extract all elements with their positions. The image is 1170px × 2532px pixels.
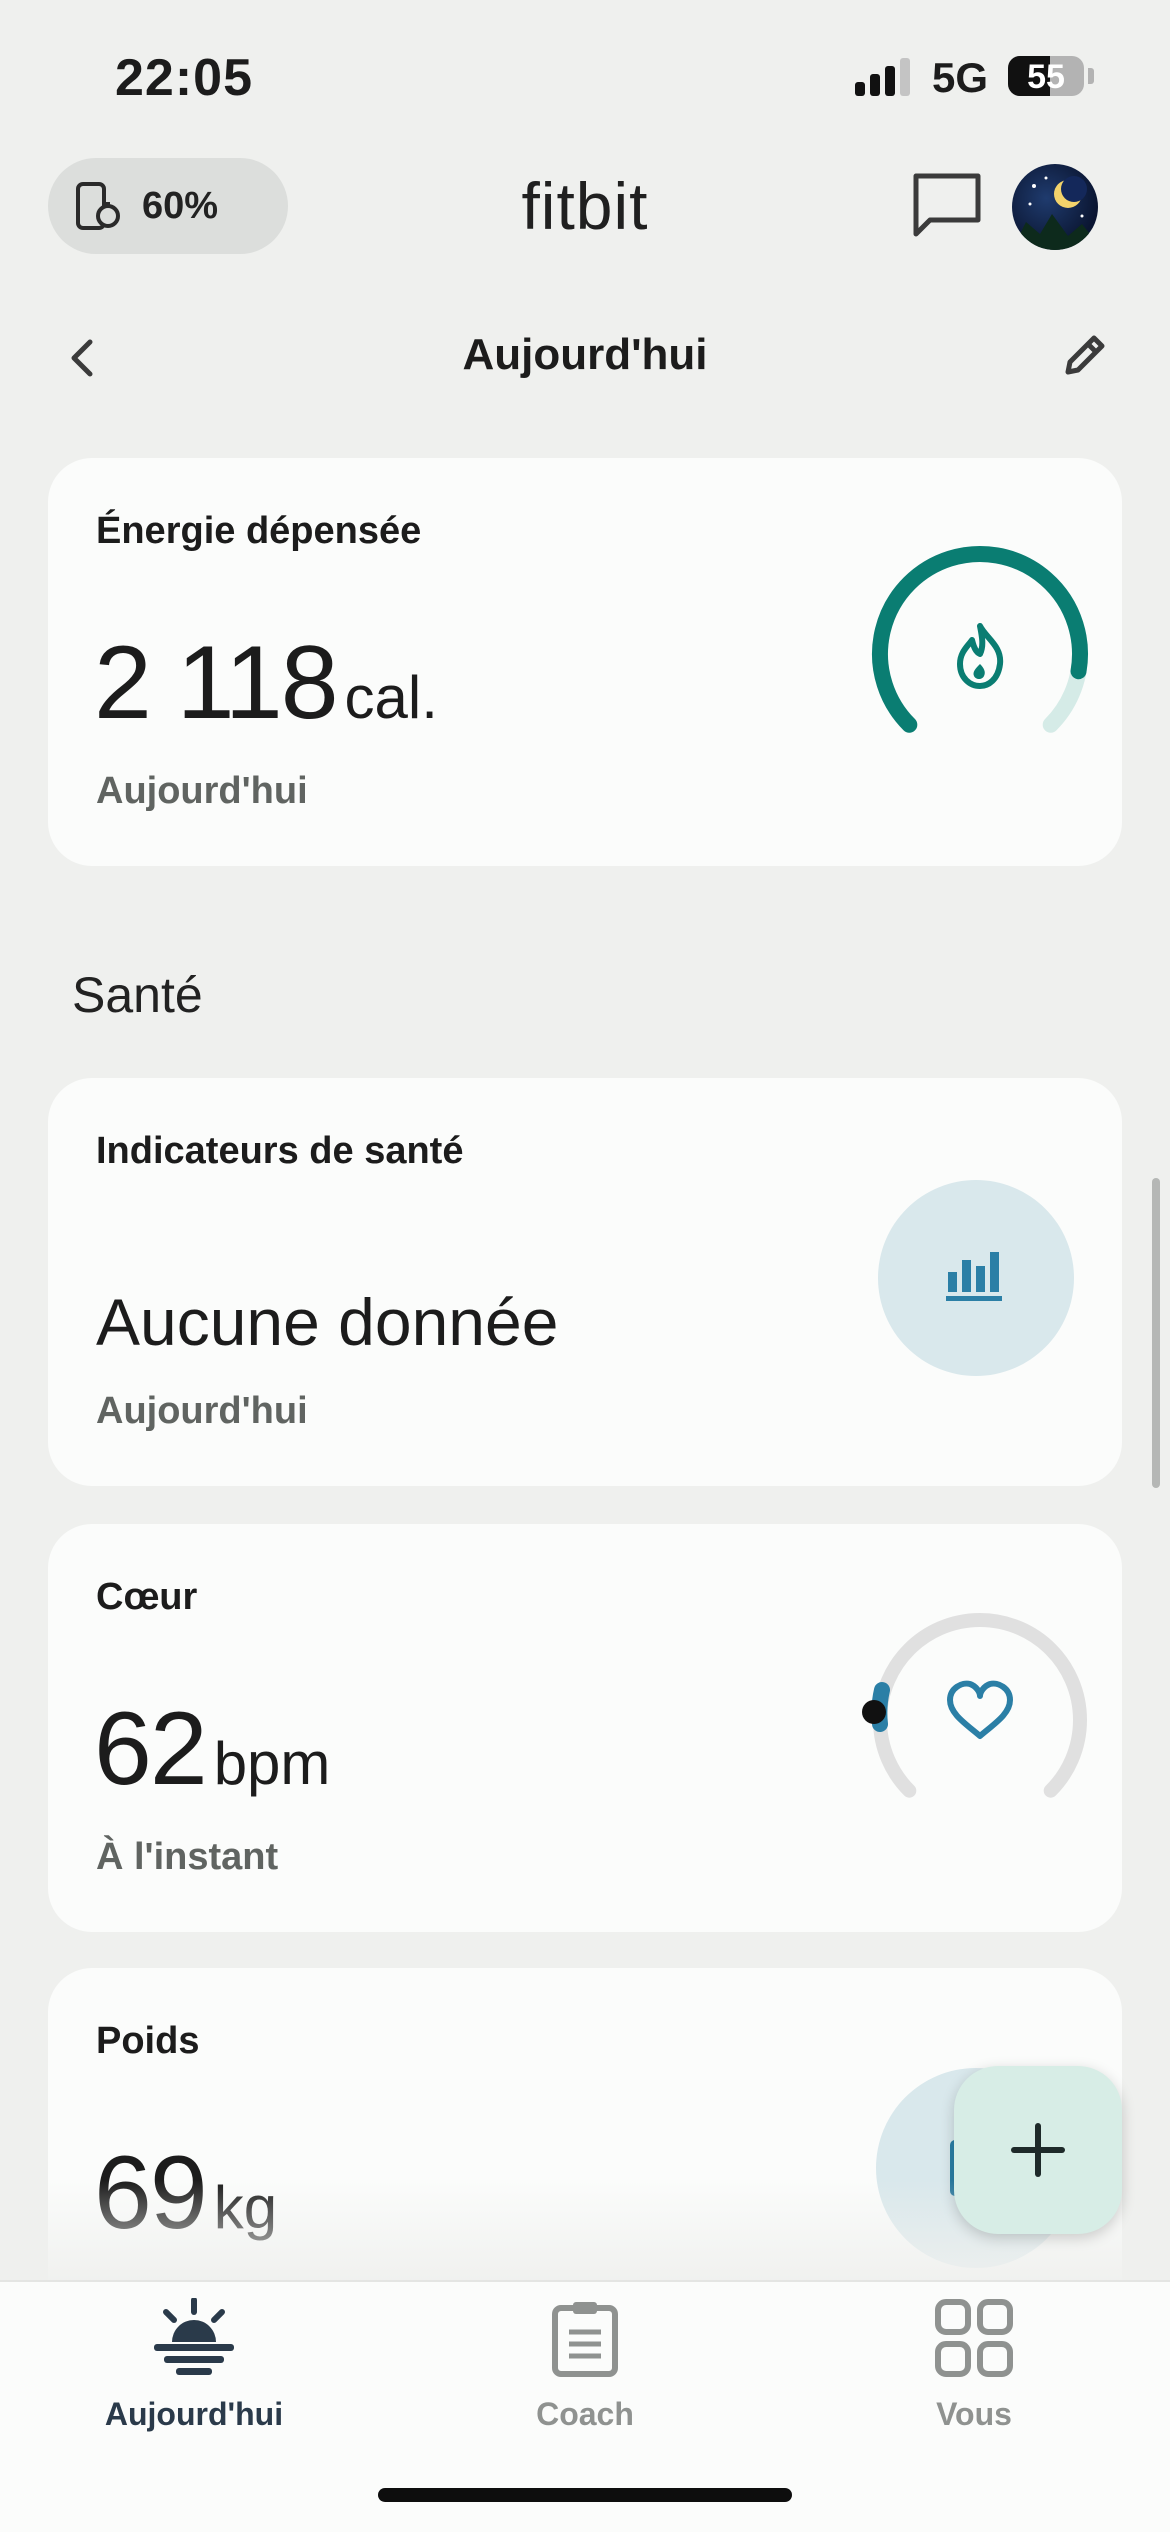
energy-unit: cal. xyxy=(344,664,438,731)
chat-icon[interactable] xyxy=(910,170,984,244)
battery-icon: 55 xyxy=(1008,56,1084,96)
app-title: fitbit xyxy=(521,169,649,243)
grid-icon xyxy=(935,2299,1013,2377)
card-title: Cœur xyxy=(96,1576,198,1618)
nav-label: Aujourd'hui xyxy=(104,2396,284,2432)
battery-level: 55 xyxy=(1027,58,1065,96)
heart-value: 62 bpm xyxy=(94,1690,330,1809)
add-button[interactable] xyxy=(954,2066,1122,2234)
moon-icon xyxy=(1012,176,1098,250)
battery-nub xyxy=(1088,68,1094,84)
card-subtitle: Aujourd'hui xyxy=(96,770,308,812)
nav-item-coach[interactable]: Coach xyxy=(435,2282,735,2482)
nav-label: Vous xyxy=(936,2396,1012,2432)
avatar[interactable] xyxy=(1012,164,1098,250)
heart-number: 62 xyxy=(94,1691,208,1807)
edit-icon[interactable] xyxy=(1060,330,1110,380)
network-label: 5G xyxy=(932,54,989,101)
health-metrics-value: Aucune donnée xyxy=(96,1285,559,1359)
card-title: Poids xyxy=(96,2020,200,2062)
screen: 22:05 5G 55 60% fitbit Aujourd'hui Énerg… xyxy=(0,0,1170,2532)
flame-icon xyxy=(957,623,1004,689)
nav-item-today[interactable]: Aujourd'hui xyxy=(44,2282,344,2482)
card-subtitle: Aujourd'hui xyxy=(96,1390,308,1432)
nav-label: Coach xyxy=(536,2396,634,2432)
card-title: Énergie dépensée xyxy=(96,510,422,552)
nav-item-vous[interactable]: Vous xyxy=(824,2282,1124,2482)
status-time: 22:05 xyxy=(115,49,253,107)
health-metrics-card[interactable]: Indicateurs de santé Aucune donnée Aujou… xyxy=(48,1078,1122,1486)
sunrise-icon xyxy=(154,2298,234,2375)
scrollbar[interactable] xyxy=(1152,1178,1160,1488)
home-indicator xyxy=(378,2488,792,2502)
card-subtitle: À l'instant xyxy=(96,1836,279,1878)
heart-icon xyxy=(947,1680,1013,1739)
section-label-sante: Santé xyxy=(72,967,203,1023)
page-title: Aujourd'hui xyxy=(462,330,708,379)
heart-unit: bpm xyxy=(213,1730,331,1797)
energy-card[interactable]: Énergie dépensée 2 118 cal. Aujourd'hui xyxy=(48,458,1122,866)
heart-card[interactable]: Cœur 62 bpm À l'instant xyxy=(48,1524,1122,1932)
plus-icon xyxy=(1011,2123,1065,2177)
heart-rate-gauge xyxy=(862,1613,1087,1798)
signal-icon xyxy=(855,58,915,96)
energy-value: 2 118 cal. xyxy=(94,624,438,743)
card-title: Indicateurs de santé xyxy=(96,1130,464,1172)
energy-progress-ring xyxy=(872,546,1088,733)
health-metrics-circle xyxy=(878,1180,1074,1376)
clipboard-icon xyxy=(552,2302,618,2377)
energy-number: 2 118 xyxy=(94,625,339,741)
